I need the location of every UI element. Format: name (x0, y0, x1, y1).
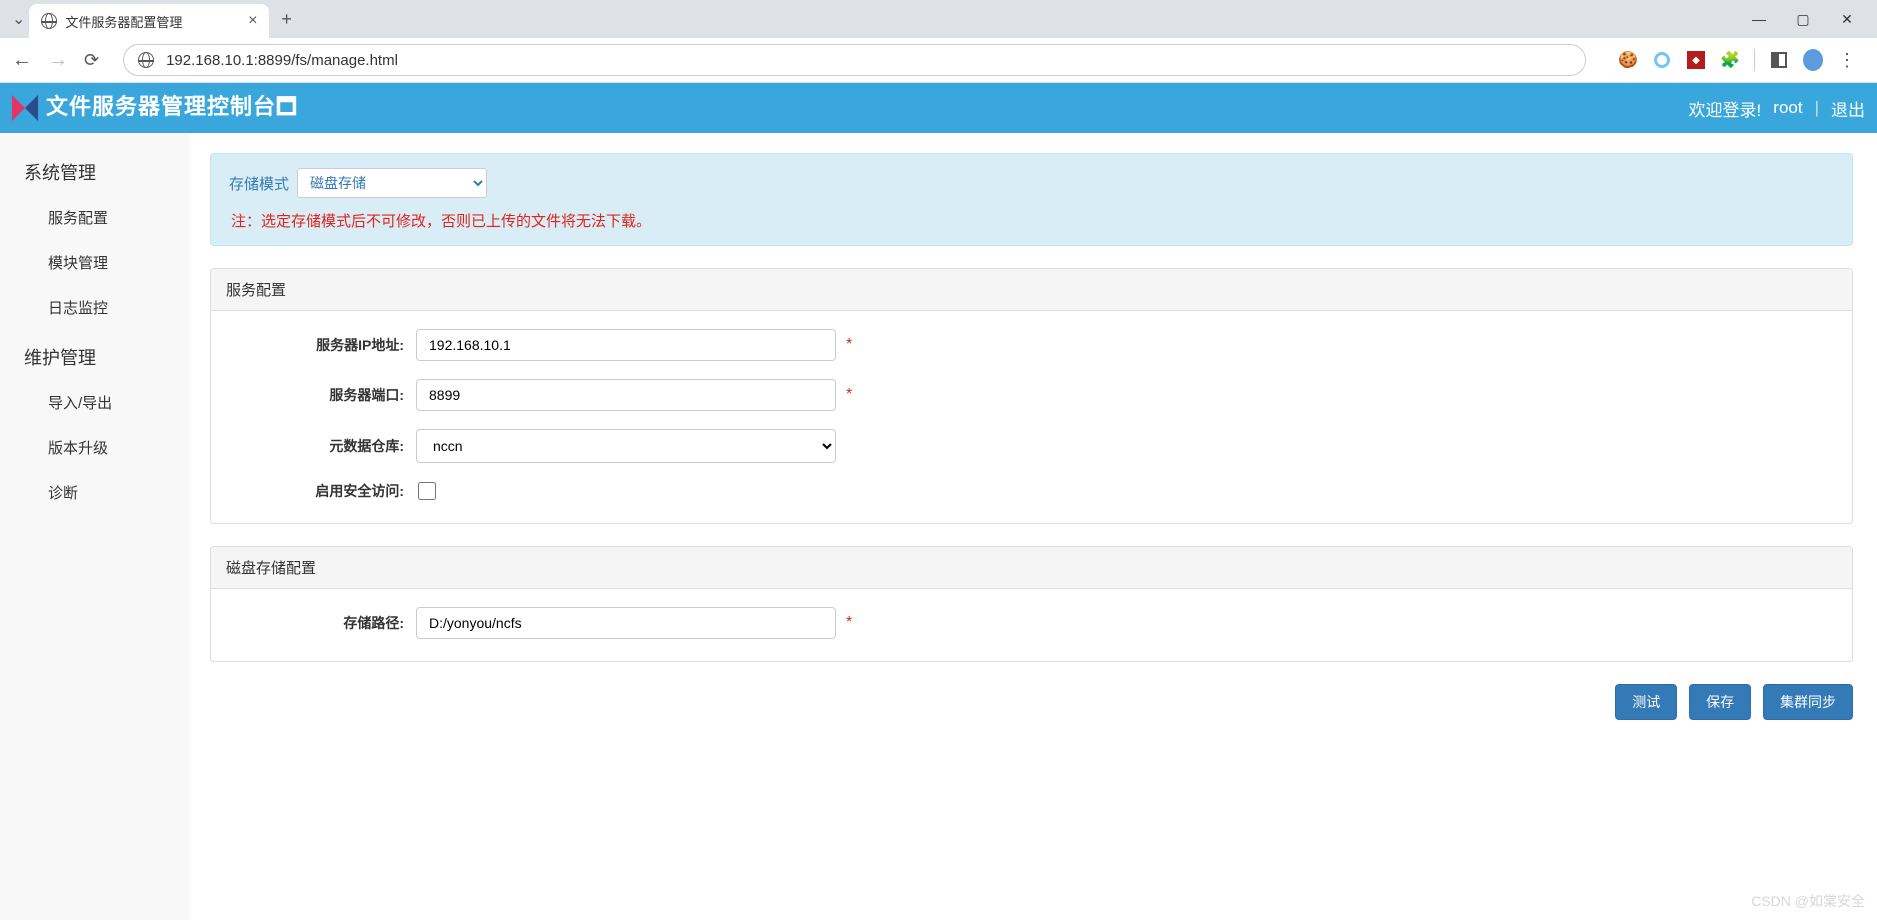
profile-avatar-icon[interactable] (1803, 50, 1823, 70)
sidebar-item-log-monitor[interactable]: 日志监控 (0, 285, 190, 330)
save-button[interactable]: 保存 (1689, 684, 1751, 720)
tab-title: 文件服务器配置管理 (65, 12, 232, 31)
layout: 系统管理 服务配置 模块管理 日志监控 维护管理 导入/导出 版本升级 诊断 存… (0, 133, 1877, 920)
storage-path-label: 存储路径: (226, 613, 416, 633)
browser-menu-icon[interactable]: ⋮ (1837, 50, 1857, 70)
url-bar[interactable]: 192.168.10.1:8899/fs/manage.html (123, 44, 1586, 76)
app-header: 文件服务器管理控制台🗖 欢迎登录! root | 退出 (0, 83, 1877, 133)
required-asterisk: * (846, 614, 852, 632)
circle-extension-icon[interactable] (1652, 50, 1672, 70)
browser-chrome: ⌄ 文件服务器配置管理 × + — ▢ ✕ ← → ⟳ 192.168.10.1… (0, 0, 1877, 83)
sidebar-item-service-config[interactable]: 服务配置 (0, 195, 190, 240)
action-buttons-row: 测试 保存 集群同步 (210, 684, 1853, 720)
header-right: 欢迎登录! root | 退出 (1689, 96, 1865, 121)
url-text: 192.168.10.1:8899/fs/manage.html (166, 52, 398, 69)
secure-access-label: 启用安全访问: (226, 481, 416, 501)
maximize-button[interactable]: ▢ (1793, 11, 1813, 28)
logout-link[interactable]: 退出 (1831, 96, 1865, 121)
header-separator: | (1815, 98, 1819, 118)
server-ip-label: 服务器IP地址: (226, 335, 416, 355)
side-panel-icon[interactable] (1769, 50, 1789, 70)
sidebar-group-maintenance: 维护管理 (0, 330, 190, 380)
reload-button[interactable]: ⟳ (84, 50, 99, 71)
secure-access-checkbox[interactable] (418, 482, 436, 500)
close-tab-icon[interactable]: × (248, 12, 257, 30)
server-port-input[interactable] (416, 379, 836, 411)
app-title: 文件服务器管理控制台🗖 (46, 89, 298, 128)
adblock-extension-icon[interactable]: ◆ (1686, 50, 1706, 70)
extensions-icon[interactable]: 🧩 (1720, 50, 1740, 70)
app-logo-icon (12, 95, 38, 121)
service-config-panel: 服务配置 服务器IP地址: * 服务器端口: * 元数据仓库: nccn (210, 268, 1853, 524)
sidebar-item-import-export[interactable]: 导入/导出 (0, 380, 190, 425)
server-port-label: 服务器端口: (226, 385, 416, 405)
main-content: 存储模式 磁盘存储 注：选定存储模式后不可修改，否则已上传的文件将无法下载。 服… (190, 133, 1877, 920)
site-info-icon[interactable] (138, 52, 154, 68)
extensions-area: 🍪 ◆ 🧩 ⋮ (1610, 49, 1865, 71)
sidebar-group-system: 系统管理 (0, 145, 190, 195)
cluster-sync-button[interactable]: 集群同步 (1763, 684, 1853, 720)
meta-repo-select[interactable]: nccn (416, 429, 836, 463)
welcome-text: 欢迎登录! (1689, 96, 1762, 121)
test-button[interactable]: 测试 (1615, 684, 1677, 720)
browser-toolbar: ← → ⟳ 192.168.10.1:8899/fs/manage.html 🍪… (0, 38, 1877, 82)
divider (1754, 49, 1755, 71)
minimize-button[interactable]: — (1749, 11, 1769, 28)
meta-repo-label: 元数据仓库: (226, 436, 416, 456)
tab-bar: ⌄ 文件服务器配置管理 × + — ▢ ✕ (0, 0, 1877, 38)
browser-tab[interactable]: 文件服务器配置管理 × (29, 4, 269, 38)
username-link[interactable]: root (1773, 98, 1802, 118)
storage-mode-label: 存储模式 (229, 173, 289, 194)
close-window-button[interactable]: ✕ (1837, 11, 1857, 28)
forward-button[interactable]: → (48, 49, 68, 72)
storage-mode-select[interactable]: 磁盘存储 (297, 168, 487, 198)
tab-dropdown-icon[interactable]: ⌄ (12, 9, 25, 29)
storage-mode-alert: 存储模式 磁盘存储 注：选定存储模式后不可修改，否则已上传的文件将无法下载。 (210, 153, 1853, 246)
server-ip-input[interactable] (416, 329, 836, 361)
sidebar-item-version-upgrade[interactable]: 版本升级 (0, 425, 190, 470)
required-asterisk: * (846, 336, 852, 354)
required-asterisk: * (846, 386, 852, 404)
window-controls: — ▢ ✕ (1749, 11, 1877, 28)
sidebar-item-diagnose[interactable]: 诊断 (0, 470, 190, 515)
sidebar-item-module-manage[interactable]: 模块管理 (0, 240, 190, 285)
service-config-panel-title: 服务配置 (211, 269, 1852, 311)
disk-storage-panel: 磁盘存储配置 存储路径: * (210, 546, 1853, 662)
globe-icon (41, 13, 57, 29)
sidebar: 系统管理 服务配置 模块管理 日志监控 维护管理 导入/导出 版本升级 诊断 (0, 133, 190, 920)
storage-mode-note: 注：选定存储模式后不可修改，否则已上传的文件将无法下载。 (229, 210, 1834, 231)
cookie-extension-icon[interactable]: 🍪 (1618, 50, 1638, 70)
back-button[interactable]: ← (12, 49, 32, 72)
storage-path-input[interactable] (416, 607, 836, 639)
disk-storage-panel-title: 磁盘存储配置 (211, 547, 1852, 589)
new-tab-button[interactable]: + (281, 9, 292, 30)
